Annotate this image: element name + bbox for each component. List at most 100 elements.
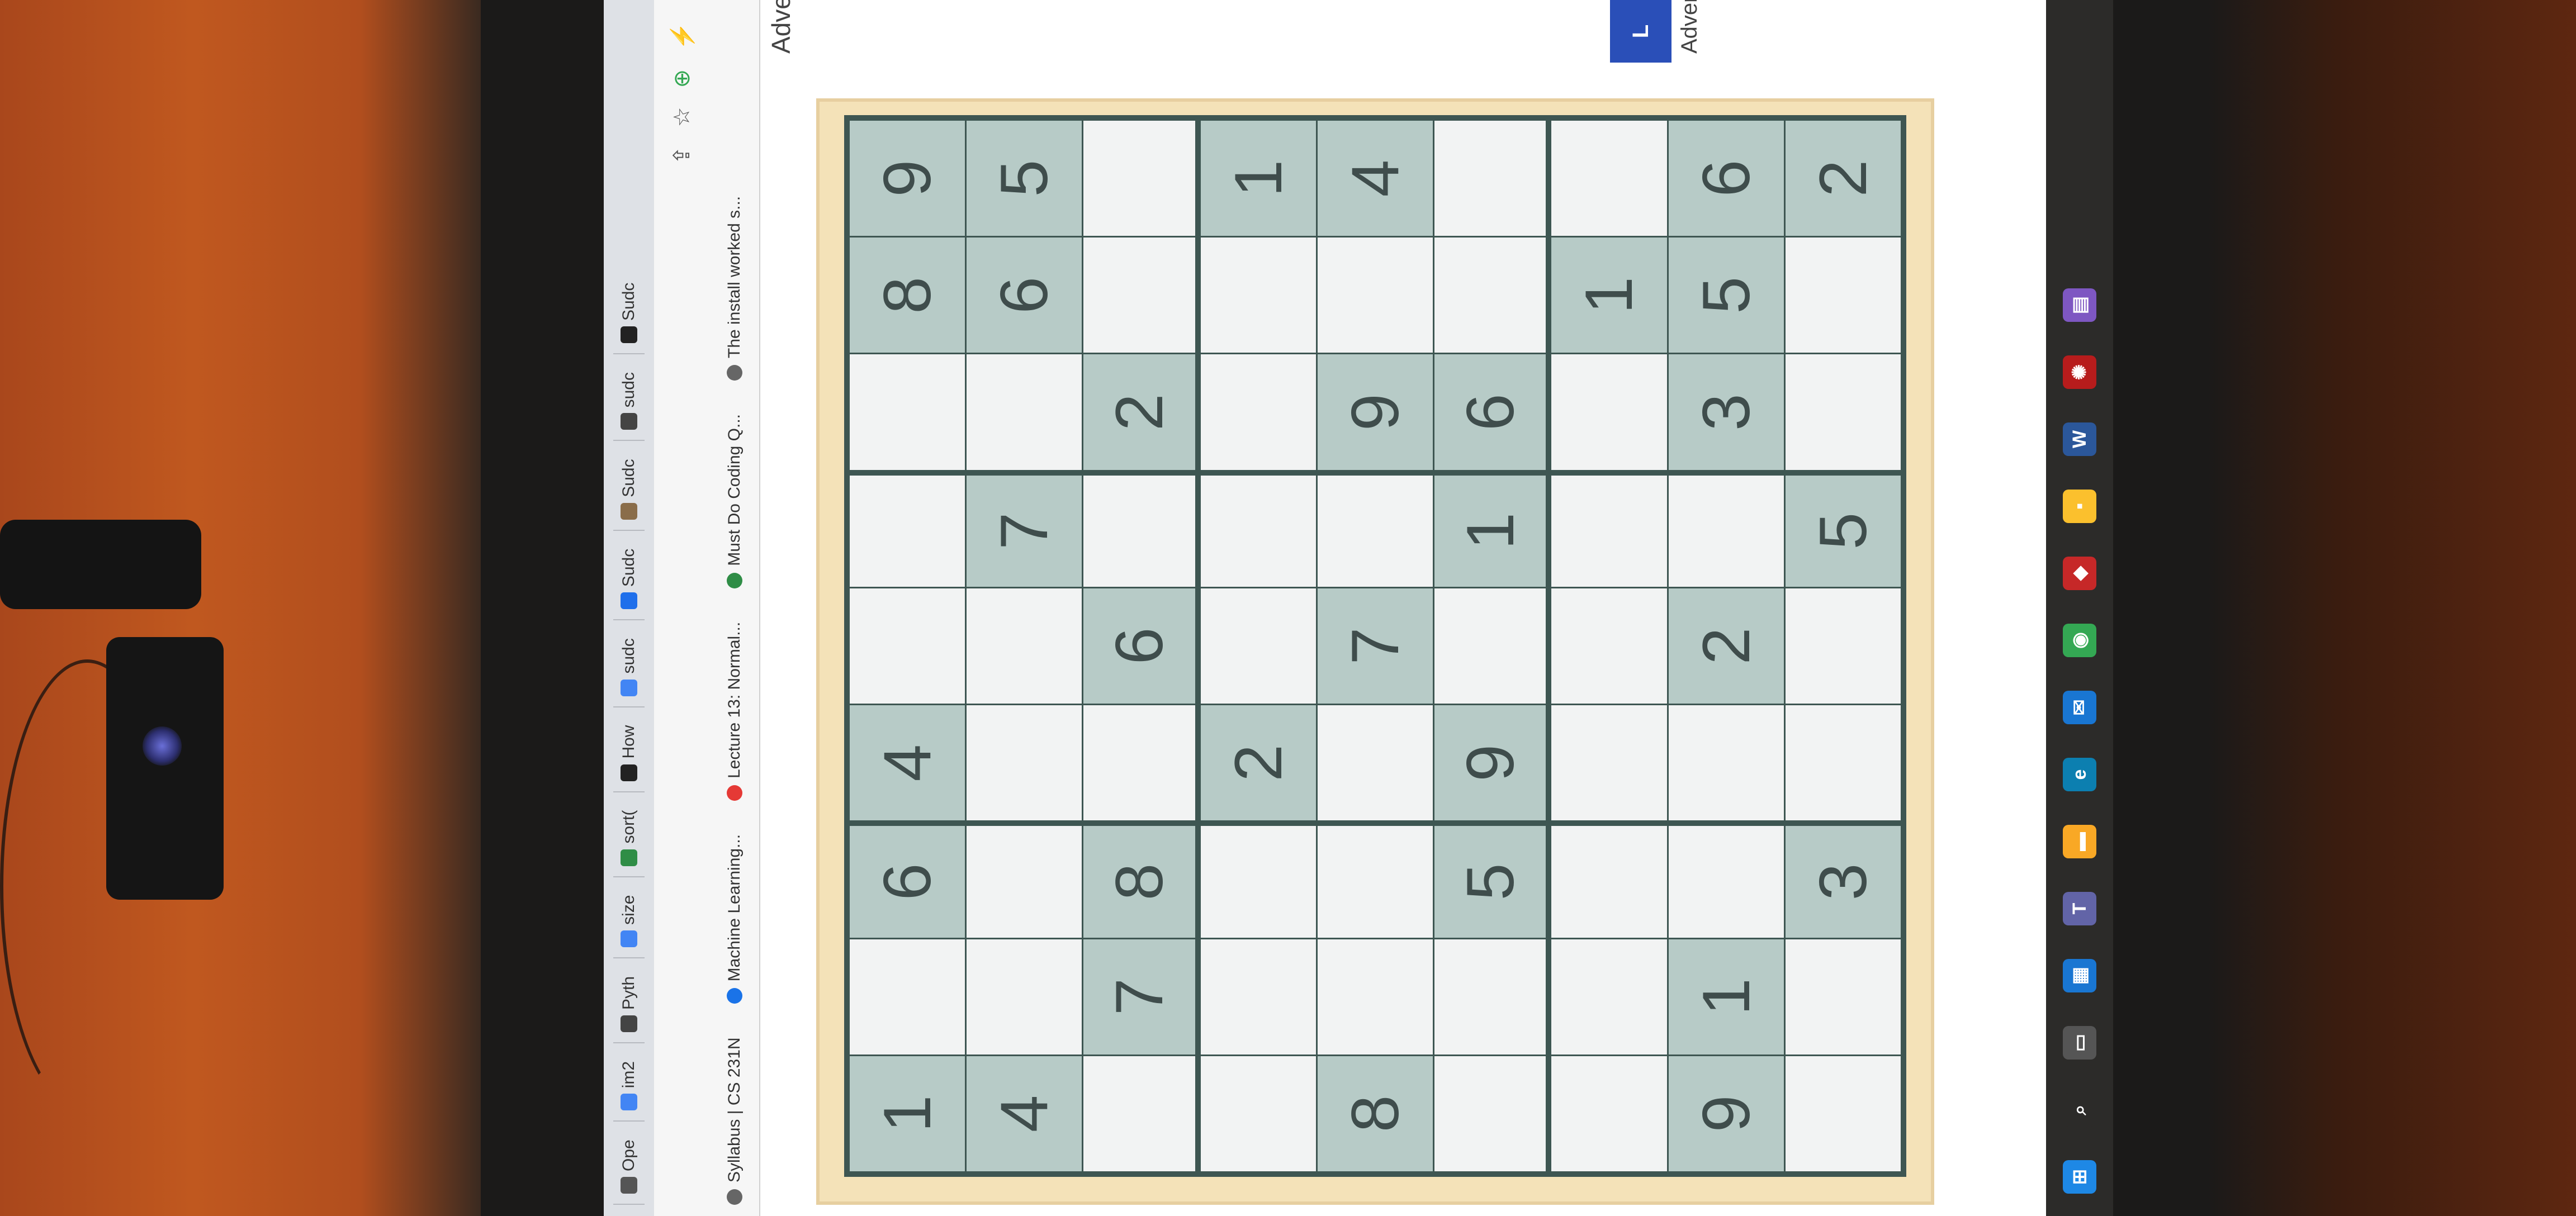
sudoku-cell[interactable]: 1 bbox=[1551, 238, 1667, 353]
widgets-icon[interactable]: ▦ bbox=[2063, 959, 2096, 992]
bookmark-item[interactable]: Lecture 13: Normal... bbox=[725, 622, 744, 801]
sudoku-cell[interactable] bbox=[967, 354, 1082, 470]
sudoku-cell[interactable] bbox=[1551, 588, 1667, 704]
sudoku-cell[interactable] bbox=[1785, 588, 1901, 704]
browser-tab[interactable]: sudc bbox=[613, 362, 645, 441]
bookmark-item[interactable]: Syllabus | CS 231N bbox=[725, 1037, 744, 1205]
sudoku-cell[interactable]: 7 bbox=[967, 475, 1082, 587]
sudoku-cell[interactable]: 8 bbox=[1317, 1056, 1433, 1171]
sudoku-cell[interactable] bbox=[1785, 705, 1901, 821]
sudoku-cell[interactable]: 2 bbox=[1200, 705, 1316, 821]
sudoku-cell[interactable] bbox=[1083, 705, 1195, 821]
sudoku-cell[interactable]: 2 bbox=[1083, 354, 1195, 470]
sudoku-cell[interactable] bbox=[967, 705, 1082, 821]
sudoku-cell[interactable]: 4 bbox=[850, 705, 965, 821]
sudoku-cell[interactable]: 5 bbox=[1434, 826, 1546, 938]
sudoku-cell[interactable] bbox=[1668, 475, 1784, 587]
sudoku-cell[interactable] bbox=[1200, 238, 1316, 353]
teams-icon[interactable]: T bbox=[2063, 892, 2096, 925]
sudoku-cell[interactable] bbox=[1083, 1056, 1195, 1171]
sudoku-cell[interactable] bbox=[1434, 121, 1546, 236]
sudoku-cell[interactable] bbox=[967, 826, 1082, 938]
sudoku-cell[interactable] bbox=[1317, 238, 1433, 353]
sudoku-cell[interactable] bbox=[1551, 939, 1667, 1054]
sudoku-cell[interactable] bbox=[1317, 475, 1433, 587]
browser-tab[interactable]: im2 bbox=[613, 1051, 645, 1122]
sudoku-cell[interactable]: 3 bbox=[1668, 354, 1784, 470]
sudoku-cell[interactable] bbox=[1200, 354, 1316, 470]
red-app-icon[interactable]: ◆ bbox=[2063, 557, 2096, 590]
sudoku-cell[interactable]: 9 bbox=[1317, 354, 1433, 470]
browser-tab[interactable]: size bbox=[613, 885, 645, 958]
sudoku-cell[interactable] bbox=[850, 939, 965, 1054]
sudoku-cell[interactable] bbox=[1785, 1056, 1901, 1171]
sudoku-cell[interactable] bbox=[850, 354, 965, 470]
sudoku-cell[interactable]: 2 bbox=[1785, 121, 1901, 236]
sudoku-cell[interactable] bbox=[1551, 121, 1667, 236]
sudoku-cell[interactable] bbox=[967, 939, 1082, 1054]
sudoku-cell[interactable]: 7 bbox=[1317, 588, 1433, 704]
sudoku-cell[interactable]: 1 bbox=[850, 1056, 965, 1171]
sudoku-cell[interactable] bbox=[1551, 705, 1667, 821]
sudoku-cell[interactable] bbox=[1200, 475, 1316, 587]
extension-icon[interactable]: ⊕ bbox=[669, 69, 695, 88]
sudoku-cell[interactable]: 6 bbox=[1434, 354, 1546, 470]
sticky-icon[interactable]: ▪ bbox=[2063, 490, 2096, 523]
sudoku-cell[interactable] bbox=[1083, 238, 1195, 353]
sudoku-cell[interactable] bbox=[1551, 354, 1667, 470]
word-icon[interactable]: W bbox=[2063, 422, 2096, 456]
sudoku-cell[interactable]: 5 bbox=[967, 121, 1082, 236]
sudoku-cell[interactable]: 8 bbox=[850, 238, 965, 353]
sudoku-cell[interactable] bbox=[1434, 1056, 1546, 1171]
bookmark-item[interactable]: Machine Learning... bbox=[725, 834, 744, 1004]
browser-tab[interactable]: sudc bbox=[613, 628, 645, 707]
bookmark-star-icon[interactable]: ☆ bbox=[669, 107, 695, 127]
sudoku-cell[interactable]: 5 bbox=[1785, 475, 1901, 587]
spider-app-icon[interactable]: ✺ bbox=[2063, 355, 2096, 389]
sudoku-cell[interactable]: 9 bbox=[1434, 705, 1546, 821]
bookmark-item[interactable]: Must Do Coding Q... bbox=[725, 414, 744, 588]
edge-icon[interactable]: e bbox=[2063, 758, 2096, 791]
sudoku-cell[interactable]: 1 bbox=[1668, 939, 1784, 1054]
browser-tab[interactable]: Sudc bbox=[613, 272, 645, 354]
sudoku-cell[interactable]: 4 bbox=[967, 1056, 1082, 1171]
chrome-icon[interactable]: ◉ bbox=[2063, 624, 2096, 657]
sudoku-cell[interactable]: 6 bbox=[967, 238, 1082, 353]
file-explorer-icon[interactable]: ▬ bbox=[2063, 825, 2096, 858]
sudoku-cell[interactable]: 8 bbox=[1083, 826, 1195, 938]
sudoku-cell[interactable] bbox=[1317, 939, 1433, 1054]
mail-icon[interactable]: ✉ bbox=[2063, 691, 2096, 724]
search-icon[interactable]: ⌕ bbox=[2063, 1093, 2096, 1127]
sudoku-cell[interactable] bbox=[1551, 1056, 1667, 1171]
sudoku-cell[interactable] bbox=[1551, 475, 1667, 587]
browser-tab[interactable]: Sudc bbox=[613, 538, 645, 621]
bookmark-item[interactable]: The install worked s... bbox=[725, 196, 744, 381]
sudoku-cell[interactable]: 9 bbox=[1668, 1056, 1784, 1171]
sudoku-cell[interactable]: 4 bbox=[1317, 121, 1433, 236]
sudoku-cell[interactable] bbox=[1200, 1056, 1316, 1171]
sudoku-cell[interactable]: 5 bbox=[1668, 238, 1784, 353]
sudoku-cell[interactable] bbox=[1785, 939, 1901, 1054]
sudoku-cell[interactable]: 6 bbox=[850, 826, 965, 938]
sudoku-cell[interactable] bbox=[1317, 826, 1433, 938]
sudoku-cell[interactable]: 9 bbox=[850, 121, 965, 236]
sudoku-cell[interactable] bbox=[1200, 939, 1316, 1054]
sudoku-cell[interactable] bbox=[1785, 238, 1901, 353]
browser-tab[interactable]: sort( bbox=[613, 800, 645, 877]
browser-tab[interactable]: How bbox=[613, 715, 645, 792]
share-icon[interactable]: ⇪ bbox=[669, 146, 695, 165]
sudoku-cell[interactable]: 2 bbox=[1668, 588, 1784, 704]
sudoku-cell[interactable] bbox=[1434, 238, 1546, 353]
sudoku-cell[interactable] bbox=[850, 588, 965, 704]
sudoku-cell[interactable]: 7 bbox=[1083, 939, 1195, 1054]
sudoku-cell[interactable]: 3 bbox=[1785, 826, 1901, 938]
sudoku-cell[interactable]: 1 bbox=[1434, 475, 1546, 587]
sudoku-cell[interactable] bbox=[1317, 705, 1433, 821]
browser-tab[interactable]: Sudc bbox=[613, 449, 645, 531]
sudoku-cell[interactable] bbox=[1200, 588, 1316, 704]
sudoku-cell[interactable] bbox=[1200, 826, 1316, 938]
sudoku-cell[interactable]: 6 bbox=[1083, 588, 1195, 704]
sudoku-cell[interactable] bbox=[1551, 826, 1667, 938]
browser-tab[interactable]: Pyth bbox=[613, 966, 645, 1043]
task-view-icon[interactable]: ▭ bbox=[2063, 1026, 2096, 1060]
